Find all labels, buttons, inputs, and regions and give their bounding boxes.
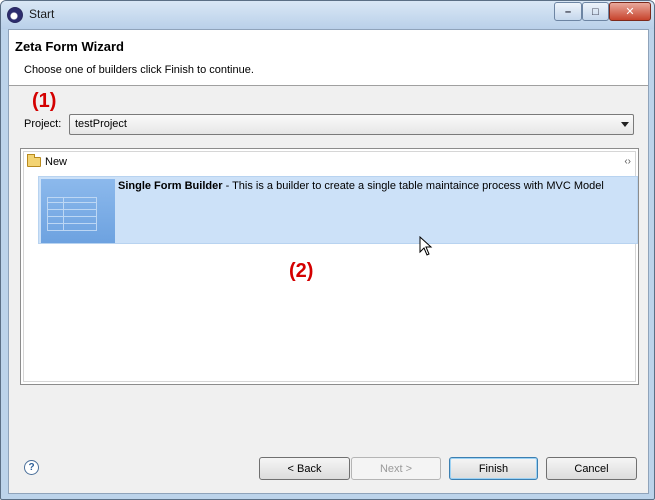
- table-grid-graphic: [47, 197, 97, 231]
- builder-group-new[interactable]: New ‹›: [24, 152, 635, 172]
- folder-open-icon: [27, 154, 41, 167]
- maximize-button[interactable]: □: [582, 2, 609, 21]
- builder-name: Single Form Builder: [118, 180, 223, 192]
- builder-description: - This is a builder to create a single t…: [222, 180, 604, 192]
- close-icon: ✕: [625, 6, 635, 18]
- collapse-icon[interactable]: ‹›: [624, 156, 631, 167]
- builder-item-text: Single Form Builder - This is a builder …: [118, 180, 604, 192]
- dropdown-arrow-icon: [621, 122, 629, 127]
- window-title: Start: [29, 7, 55, 21]
- builder-item-single-form[interactable]: Single Form Builder - This is a builder …: [38, 176, 638, 244]
- project-select[interactable]: testProject: [69, 114, 634, 135]
- wizard-description: Choose one of builders click Finish to c…: [24, 64, 254, 76]
- eclipse-app-icon: [7, 7, 23, 23]
- annotation-two: (2): [289, 260, 314, 282]
- dialog-client: Zeta Form Wizard Choose one of builders …: [8, 29, 649, 494]
- back-button[interactable]: < Back: [259, 457, 350, 480]
- wizard-header: Zeta Form Wizard Choose one of builders …: [9, 30, 648, 86]
- close-button[interactable]: ✕: [609, 2, 651, 21]
- group-label: New: [45, 156, 68, 168]
- minimize-button[interactable]: –: [554, 2, 582, 21]
- project-value: testProject: [75, 118, 127, 130]
- finish-button[interactable]: Finish: [449, 457, 538, 480]
- maximize-icon: □: [592, 5, 599, 18]
- cancel-button[interactable]: Cancel: [546, 457, 637, 480]
- wizard-window: Start – □ ✕ Zeta Form Wizard Choose one …: [0, 0, 655, 500]
- help-icon[interactable]: ?: [24, 460, 39, 475]
- builder-list[interactable]: New ‹› Single Form Builder - This is a b…: [20, 148, 639, 385]
- wizard-title: Zeta Form Wizard: [15, 39, 124, 54]
- minimize-icon: –: [564, 5, 572, 18]
- next-button[interactable]: Next >: [351, 457, 441, 480]
- title-bar[interactable]: Start – □ ✕: [1, 1, 654, 29]
- annotation-one: (1): [32, 90, 57, 112]
- project-label: Project:: [24, 118, 62, 130]
- builder-list-inner: New ‹› Single Form Builder - This is a b…: [23, 151, 638, 382]
- table-form-icon: [41, 179, 115, 243]
